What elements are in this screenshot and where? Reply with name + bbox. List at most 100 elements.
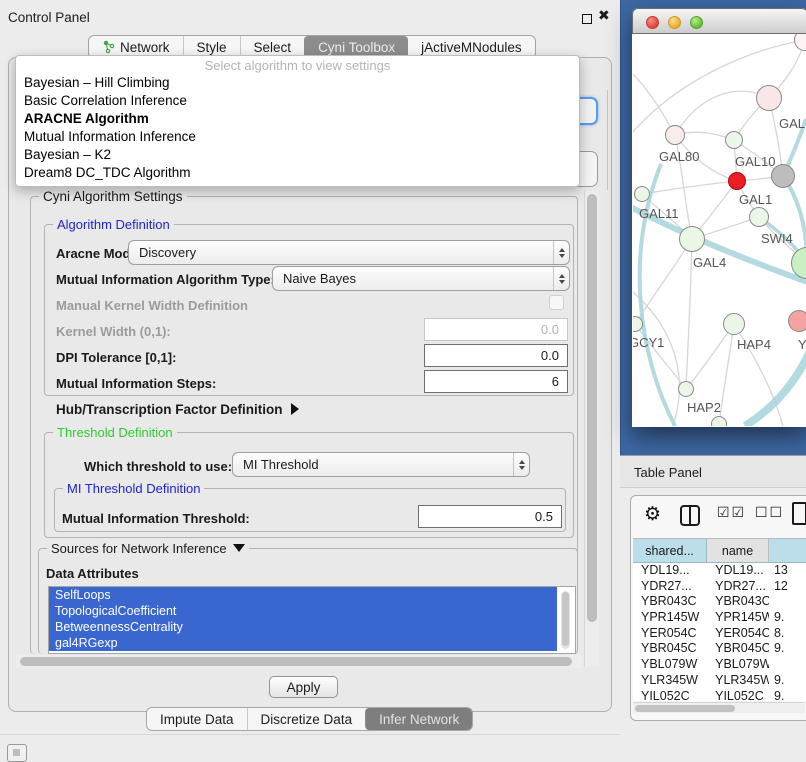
table-horizontal-scrollbar[interactable] — [633, 702, 805, 713]
node-label: GCY1 — [633, 335, 664, 350]
algorithm-option[interactable]: Basic Correlation Inference — [16, 92, 579, 110]
table-cell: YBR043C — [633, 594, 707, 610]
attribute-list-item[interactable]: TopologicalCoefficient — [49, 603, 557, 619]
collapse-down-icon[interactable] — [233, 544, 245, 552]
table-row[interactable]: YBR045CYBR045C9. — [633, 641, 806, 657]
network-node-gal1[interactable] — [728, 172, 746, 190]
table-cell: YBR043C — [707, 594, 769, 610]
table-cell: YBR045C — [707, 641, 769, 657]
algorithm-option[interactable]: Mutual Information Inference — [16, 128, 579, 146]
window-bottom-edge — [0, 734, 620, 735]
network-node-hap2[interactable] — [678, 381, 694, 397]
table-panel-bar: Table Panel — [620, 455, 806, 488]
table-cell: YDL19... — [633, 563, 707, 579]
table-row[interactable]: YPR145WYPR145W9. — [633, 610, 806, 626]
network-node-gal11[interactable] — [634, 186, 650, 202]
node-label: GAL4 — [693, 255, 726, 270]
table-cell: YER054C — [633, 626, 707, 642]
network-node[interactable] — [711, 416, 727, 426]
deselect-all-checkboxes-icon[interactable]: ☐☐ — [755, 505, 784, 521]
algorithm-option[interactable]: Bayesian – Hill Climbing — [16, 74, 579, 92]
which-threshold-combobox[interactable]: MI Threshold — [232, 452, 530, 477]
network-canvas[interactable]: GALGAL80GAL10GAL1GAL11SWI4GAL4GCY1HAP4YH… — [633, 34, 806, 426]
window-title: Control Panel — [8, 10, 90, 25]
document-icon[interactable] — [792, 502, 806, 525]
mi-type-combobox[interactable]: Naive Bayes — [272, 266, 570, 291]
table-cell: YPR145W — [633, 610, 707, 626]
algorithm-definition-title: Algorithm Definition — [53, 217, 174, 232]
table-cell: YBL079W — [707, 657, 769, 673]
float-window-icon[interactable] — [582, 14, 592, 24]
network-window-titlebar[interactable] — [632, 8, 806, 34]
dpi-tolerance-label: DPI Tolerance [0,1]: — [56, 350, 176, 365]
gear-icon[interactable]: ⚙ — [644, 503, 661, 525]
network-icon — [102, 40, 115, 54]
list-scrollbar[interactable] — [561, 591, 570, 649]
corner-mini-button[interactable] — [7, 744, 27, 762]
table-cell: 8. — [769, 626, 806, 642]
algorithm-option[interactable]: Bayesian – K2 — [16, 146, 579, 164]
settings-horizontal-scrollbar[interactable] — [16, 655, 582, 668]
network-node-hap4[interactable] — [723, 313, 745, 335]
attribute-list-item[interactable]: gal4RGexp — [49, 635, 557, 651]
network-node-gal4[interactable] — [679, 226, 705, 252]
tab-label: Infer Network — [379, 712, 459, 727]
attribute-list-item[interactable]: SelfLoops — [49, 587, 557, 603]
table-row[interactable]: YER054CYER054C8. — [633, 626, 806, 642]
column-header[interactable]: shared... — [633, 539, 707, 563]
manual-kernel-checkbox[interactable] — [549, 295, 564, 310]
data-attributes-label: Data Attributes — [46, 566, 139, 581]
network-node-gal10[interactable] — [725, 131, 743, 149]
zoom-traffic-light[interactable] — [690, 16, 703, 29]
close-icon[interactable]: ✖ — [598, 8, 610, 24]
table-row[interactable]: YBL079WYBL079W — [633, 657, 806, 673]
aracne-mode-combobox[interactable]: Discovery — [128, 240, 570, 265]
mi-threshold-group-title: MI Threshold Definition — [63, 481, 204, 496]
apply-button[interactable]: Apply — [269, 676, 338, 698]
table-header-row: shared...name — [633, 539, 806, 563]
sources-group-title: Sources for Network Inference — [47, 541, 249, 556]
network-node[interactable] — [771, 164, 795, 188]
tab-impute-data[interactable]: Impute Data — [147, 708, 247, 730]
dpi-tolerance-field[interactable]: 0.0 — [424, 344, 568, 367]
node-label: HAP2 — [687, 400, 721, 415]
mi-type-value: Naive Bayes — [273, 271, 553, 286]
minimize-traffic-light[interactable] — [668, 16, 681, 29]
table-row[interactable]: YDR27...YDR27...12 — [633, 579, 806, 595]
column-header[interactable] — [769, 539, 806, 563]
table-cell: YDR27... — [707, 579, 769, 595]
mi-threshold-field[interactable]: 0.5 — [418, 505, 562, 528]
network-node-y[interactable] — [788, 310, 806, 332]
settings-vertical-scrollbar[interactable] — [584, 191, 599, 667]
node-label: SWI4 — [761, 231, 793, 246]
tab-infer-network[interactable]: Infer Network — [365, 708, 472, 730]
table-cell — [769, 657, 806, 673]
table-cell: 9. — [769, 673, 806, 689]
table-cell: YDL19... — [707, 563, 769, 579]
network-node-gal80[interactable] — [665, 125, 685, 145]
tab-discretize-data[interactable]: Discretize Data — [247, 708, 366, 730]
select-all-checkboxes-icon[interactable]: ☑☑ — [717, 505, 746, 521]
table-cell: YLR345W — [707, 673, 769, 689]
algorithm-option[interactable]: Dream8 DC_TDC Algorithm — [16, 164, 579, 182]
node-label: Y — [798, 337, 806, 352]
columns-icon[interactable] — [680, 505, 700, 526]
table-row[interactable]: YLR345WYLR345W9. — [633, 673, 806, 689]
close-traffic-light[interactable] — [646, 16, 659, 29]
column-header[interactable]: name — [707, 539, 769, 563]
algorithm-popup-prompt: Select algorithm to view settings — [16, 56, 579, 74]
mi-steps-field[interactable]: 6 — [424, 370, 568, 393]
table-row[interactable]: YBR043CYBR043C — [633, 594, 806, 610]
hub-factor-expander[interactable]: Hub/Transcription Factor Definition — [56, 402, 299, 417]
table-row[interactable]: YDL19...YDL19...13 — [633, 563, 806, 579]
tab-label: Cyni Toolbox — [318, 40, 395, 55]
algorithm-option[interactable]: ARACNE Algorithm — [16, 110, 579, 128]
kernel-width-field[interactable]: 0.0 — [424, 318, 568, 341]
stepper-icon — [553, 267, 569, 290]
network-node-swi4[interactable] — [749, 207, 769, 227]
table-rows: YDL19...YDL19...13YDR27...YDR27...12YBR0… — [633, 563, 806, 701]
table-row[interactable]: YIL052CYIL052C9. — [633, 689, 806, 702]
kernel-width-label: Kernel Width (0,1): — [56, 324, 171, 339]
network-node-gal[interactable] — [756, 85, 782, 111]
attribute-list-item[interactable]: BetweennessCentrality — [49, 619, 557, 635]
